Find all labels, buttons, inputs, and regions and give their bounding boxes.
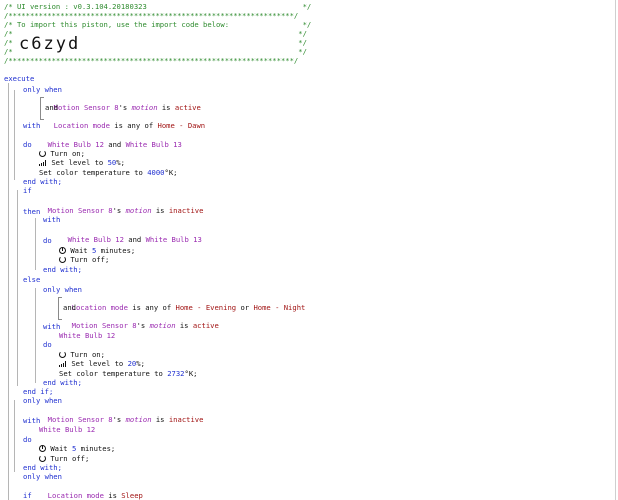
timer-icon — [59, 247, 66, 254]
task-set-level[interactable]: Set level to 50%; — [39, 158, 125, 167]
stars-comment-top: /***************************************… — [4, 11, 299, 20]
block-rail — [35, 288, 36, 383]
task-wait[interactable]: Wait 5 minutes; — [59, 246, 135, 255]
only-when-keyword[interactable]: only when — [43, 285, 82, 294]
and-operator[interactable]: and — [63, 303, 76, 312]
signal-level-icon — [59, 361, 67, 367]
stars-comment-bottom: /***************************************… — [4, 56, 299, 65]
end-with-keyword[interactable]: end with; — [23, 463, 62, 472]
import-comment: /* To import this piston, use the import… — [4, 20, 312, 29]
condition-bracket — [58, 297, 62, 320]
timer-icon — [39, 445, 46, 452]
only-when-keyword[interactable]: only when — [23, 85, 62, 94]
task-wait[interactable]: Wait 5 minutes; — [39, 444, 115, 453]
block-rail — [35, 218, 36, 270]
power-icon — [39, 150, 46, 157]
block-rail — [14, 90, 15, 180]
if-keyword[interactable]: if — [23, 186, 32, 195]
task-turn-off[interactable]: Turn off; — [59, 255, 109, 264]
with-keyword[interactable]: with — [23, 121, 40, 130]
task-set-level[interactable]: Set level to 20%; — [59, 359, 145, 368]
do-keyword[interactable]: do — [43, 340, 52, 349]
device-list[interactable]: White Bulb 12 — [39, 425, 95, 434]
device-list[interactable]: White Bulb 12 and White Bulb 13 — [59, 226, 202, 244]
only-when-keyword[interactable]: only when — [23, 396, 62, 405]
with-keyword[interactable]: with — [23, 416, 40, 425]
power-icon — [59, 351, 66, 358]
else-keyword[interactable]: else — [23, 275, 40, 284]
condition-bracket — [40, 97, 44, 120]
signal-level-icon — [39, 160, 47, 166]
task-set-color-temp[interactable]: Set color temperature to 4000°K; — [39, 168, 177, 177]
end-with-keyword[interactable]: end with; — [43, 378, 82, 387]
execute-rail — [8, 83, 9, 500]
do-keyword[interactable]: do — [23, 435, 32, 444]
if-rail — [17, 190, 18, 386]
condition-row[interactable]: Motion Sensor 8's motion is inactive — [39, 406, 204, 424]
condition-row[interactable]: Motion Sensor 8's motion is active — [63, 312, 219, 330]
end-with-keyword[interactable]: end with; — [43, 265, 82, 274]
if-keyword[interactable]: if — [23, 491, 32, 500]
with-keyword[interactable]: with — [43, 322, 60, 331]
then-keyword[interactable]: then — [23, 207, 40, 216]
with-keyword[interactable]: with — [43, 215, 60, 224]
task-set-color-temp[interactable]: Set color temperature to 2732°K; — [59, 369, 197, 378]
power-icon — [39, 455, 46, 462]
condition-row[interactable]: Location mode is any of Home - Evening o… — [63, 294, 306, 312]
power-icon — [59, 256, 66, 263]
device-list[interactable]: White Bulb 12 — [59, 331, 115, 340]
task-turn-on[interactable]: Turn on; — [59, 350, 105, 359]
condition-row[interactable]: Motion Sensor 8's motion is active — [45, 94, 201, 112]
execute-keyword[interactable]: execute — [4, 74, 34, 83]
only-when-keyword[interactable]: only when — [23, 472, 62, 481]
condition-row[interactable]: Motion Sensor 8's motion is inactive — [39, 197, 204, 215]
end-with-keyword[interactable]: end with; — [23, 177, 62, 186]
do-keyword[interactable]: do — [43, 236, 52, 245]
condition-row[interactable]: Location mode is Sleep — [39, 482, 143, 500]
task-turn-off[interactable]: Turn off; — [39, 454, 89, 463]
device-list[interactable]: White Bulb 12 and White Bulb 13 — [39, 131, 182, 149]
and-operator[interactable]: and — [45, 103, 58, 112]
condition-row[interactable]: Location mode is any of Home - Dawn — [45, 112, 205, 130]
block-rail — [14, 400, 15, 472]
version-comment: /* UI version : v0.3.104.20180323 */ — [4, 2, 312, 11]
task-turn-on[interactable]: Turn on; — [39, 149, 85, 158]
do-keyword[interactable]: do — [23, 140, 32, 149]
import-code[interactable]: c6zyd — [19, 34, 80, 54]
end-if-keyword[interactable]: end if; — [23, 387, 53, 396]
